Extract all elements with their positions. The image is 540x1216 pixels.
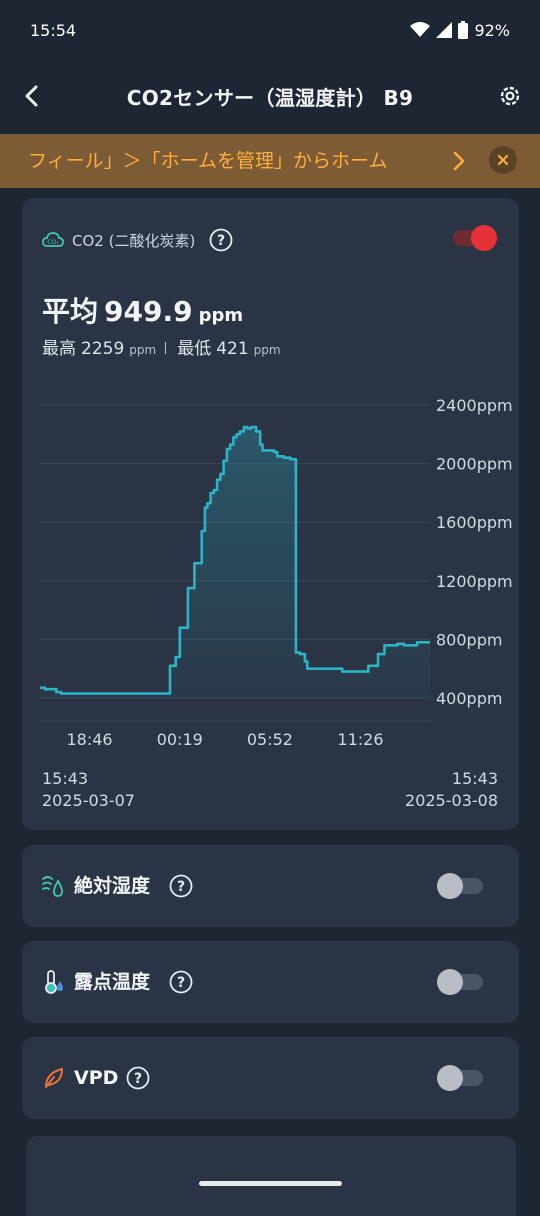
app-bar: CO2センサー（温湿度計） B9 <box>0 60 540 132</box>
co2-chart[interactable]: 400ppm 800ppm 1200ppm 1600ppm 2000ppm 2400ppm… <box>22 198 519 758</box>
feature-label: VPD <box>74 1067 119 1089</box>
feature-label: 絶対湿度 <box>74 875 151 897</box>
vpd-toggle[interactable] <box>437 1065 483 1091</box>
y-tick-label: 1200ppm <box>436 572 513 591</box>
range-start-date: 2025-03-07 <box>42 791 135 810</box>
y-tick-label: 2400ppm <box>436 396 513 415</box>
gesture-nav-bar[interactable] <box>199 1181 342 1186</box>
range-start: 15:43 2025-03-07 <box>42 768 135 812</box>
status-time: 15:54 <box>30 20 77 40</box>
range-end-date: 2025-03-08 <box>405 791 498 810</box>
close-icon <box>497 154 509 166</box>
y-tick-label: 2000ppm <box>436 455 513 474</box>
notice-banner[interactable]: フィール」＞「ホームを管理」からホーム <box>0 134 540 188</box>
absolute-humidity-toggle[interactable] <box>437 873 483 899</box>
range-end: 15:43 2025-03-08 <box>405 768 498 812</box>
signal-icon <box>436 22 453 38</box>
banner-close-button[interactable] <box>489 146 517 174</box>
x-tick-label: 00:19 <box>157 730 203 749</box>
svg-text:?: ? <box>134 1071 142 1087</box>
gear-icon[interactable] <box>496 82 524 110</box>
page-title: CO2センサー（温湿度計） B9 <box>126 85 414 110</box>
status-bar: 15:54 92% <box>0 0 540 60</box>
range-start-time: 15:43 <box>42 769 89 788</box>
leaf-icon <box>45 1067 64 1088</box>
range-end-time: 15:43 <box>451 769 498 788</box>
x-tick-label: 18:46 <box>67 730 113 749</box>
next-card-partial <box>26 1136 516 1216</box>
status-icons: 92% <box>410 21 510 40</box>
battery-icon <box>458 21 469 39</box>
co2-card: CO₂ CO2 (二酸化炭素) ? 平均 949.9 ppm 最高 2259 p… <box>22 198 519 830</box>
wind-drop-icon <box>42 876 63 897</box>
dew-point-card: 露点温度 ? <box>22 941 519 1023</box>
dew-point-toggle[interactable] <box>437 969 483 995</box>
question-circle-icon[interactable]: ? <box>169 970 193 994</box>
question-circle-icon[interactable]: ? <box>126 1066 150 1090</box>
banner-text: フィール」＞「ホームを管理」からホーム <box>28 150 388 172</box>
toggle-knob <box>437 969 463 995</box>
x-tick-label: 05:52 <box>247 730 293 749</box>
wifi-icon <box>410 22 431 37</box>
co2-area <box>40 427 430 698</box>
absolute-humidity-card: 絶対湿度 ? <box>22 845 519 927</box>
chevron-left-icon[interactable] <box>18 82 46 110</box>
thermometer-drop-icon <box>45 970 63 994</box>
y-tick-label: 1600ppm <box>436 513 513 532</box>
battery-percent: 92% <box>474 20 510 40</box>
feature-label: 露点温度 <box>74 971 151 993</box>
toggle-knob <box>437 1065 463 1091</box>
svg-text:?: ? <box>177 879 185 895</box>
question-circle-icon[interactable]: ? <box>169 874 193 898</box>
toggle-knob <box>437 873 463 899</box>
x-tick-label: 11:26 <box>337 730 383 749</box>
vpd-card: VPD ? <box>22 1037 519 1119</box>
svg-text:?: ? <box>177 975 185 991</box>
y-tick-label: 800ppm <box>436 630 502 649</box>
chevron-right-icon[interactable] <box>448 149 470 173</box>
y-tick-label: 400ppm <box>436 689 502 708</box>
